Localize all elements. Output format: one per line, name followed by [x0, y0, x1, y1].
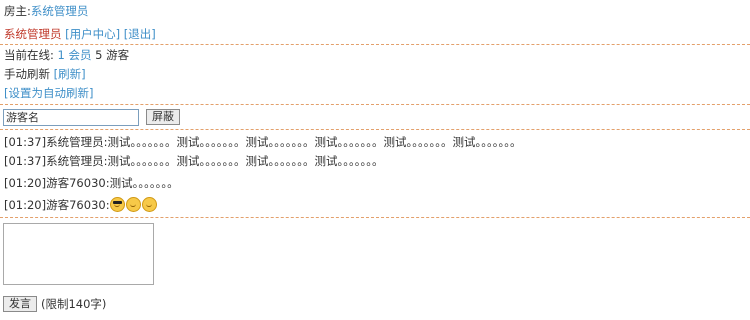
members-label[interactable]: 会员 — [69, 48, 92, 62]
online-label: 当前在线: — [4, 48, 54, 62]
owner-label: 房主: — [4, 4, 31, 18]
block-name-input[interactable] — [3, 109, 139, 126]
user-center-link[interactable]: [用户中心] — [65, 27, 120, 41]
char-limit-note: (限制140字) — [41, 297, 107, 311]
owner-name-link[interactable]: 系统管理员 — [31, 4, 89, 18]
chat-message: [01:20]游客76030:测试。。。。。。。 — [4, 176, 179, 190]
grin-emoji-icon — [141, 197, 157, 212]
divider — [0, 129, 750, 130]
sunglasses-emoji-icon — [109, 197, 125, 212]
online-status: 当前在线: 1 会员 5 游客 — [4, 48, 129, 62]
message-textarea[interactable] — [3, 223, 154, 285]
auto-refresh-line: [设置为自动刷新] — [4, 86, 93, 100]
send-button[interactable]: 发言 — [3, 296, 37, 312]
guests-label: 游客 — [106, 48, 130, 62]
chat-message: [01:37]系统管理员:测试。。。。。。。测试。。。。。。。测试。。。。。。。… — [4, 154, 384, 168]
chat-message-text: [01:20]游客76030: — [4, 198, 110, 212]
auto-refresh-link[interactable]: [设置为自动刷新] — [4, 86, 93, 100]
block-button[interactable]: 屏蔽 — [146, 109, 180, 125]
user-bar: 系统管理员 [用户中心] [退出] — [4, 27, 156, 41]
divider — [0, 44, 750, 45]
divider — [0, 217, 750, 218]
chatroom-page: 房主:系统管理员 系统管理员 [用户中心] [退出] 当前在线: 1 会员 5 … — [0, 0, 750, 320]
logout-link[interactable]: [退出] — [124, 27, 156, 41]
manual-refresh-label: 手动刷新 — [4, 67, 50, 81]
refresh-link[interactable]: [刷新] — [54, 67, 86, 81]
refresh-line: 手动刷新 [刷新] — [4, 67, 86, 81]
chat-message: [01:20]游客76030: — [4, 197, 158, 212]
guests-count: 5 — [95, 48, 103, 62]
smile-emoji-icon — [125, 197, 141, 212]
current-username: 系统管理员 — [4, 27, 62, 41]
chat-message: [01:37]系统管理员:测试。。。。。。。测试。。。。。。。测试。。。。。。。… — [4, 135, 522, 149]
members-count[interactable]: 1 — [58, 48, 65, 62]
owner-line: 房主:系统管理员 — [4, 4, 88, 18]
divider — [0, 104, 750, 105]
